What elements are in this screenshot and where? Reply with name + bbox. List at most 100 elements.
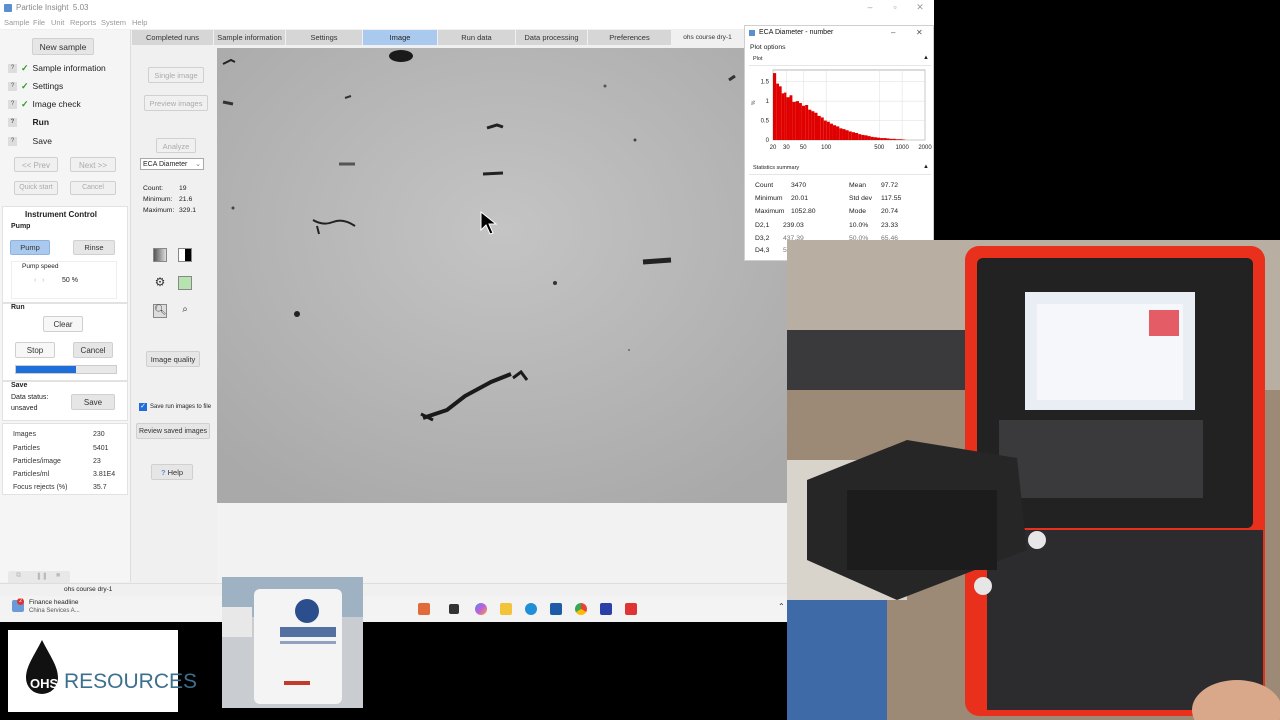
pop-out-icon[interactable]: ⧉: [16, 572, 21, 580]
instrument-photo-image: [787, 240, 1280, 720]
step-run[interactable]: ?✓Run: [8, 117, 49, 131]
taskbar-app-icon[interactable]: [418, 603, 430, 615]
step-sample-information[interactable]: ? ✓ Sample information: [8, 63, 106, 77]
analyze-button[interactable]: Analyze: [156, 138, 196, 153]
histogram-bar: [855, 133, 859, 140]
pump-button[interactable]: Pump: [10, 240, 50, 255]
new-sample-button[interactable]: New sample: [32, 38, 94, 55]
taskbar-copilot-icon[interactable]: [475, 603, 487, 615]
step-image-check[interactable]: ? ✓ Image check: [8, 99, 81, 113]
run-stats-panel: Images 230 Particles 5401 Particles/imag…: [2, 423, 128, 495]
menu-file[interactable]: File: [33, 18, 45, 27]
tab-preferences[interactable]: Preferences: [588, 30, 672, 45]
help-button[interactable]: ? Help: [151, 464, 193, 480]
taskbar-store-icon[interactable]: [550, 603, 562, 615]
particle-image: [217, 48, 789, 503]
histogram-bar: [776, 83, 780, 140]
histogram-bar: [861, 134, 865, 140]
tab-completed-runs[interactable]: Completed runs: [132, 30, 214, 45]
histogram-bar: [792, 101, 796, 140]
contrast-icon[interactable]: [153, 248, 167, 262]
pump-speed-decrease[interactable]: ‹ ›: [34, 277, 45, 284]
stat-particles-image-label: Particles/image: [13, 458, 61, 465]
particle-image-view[interactable]: [217, 48, 789, 503]
step-save[interactable]: ?✓Save: [8, 136, 52, 150]
tab-data-processing[interactable]: Data processing: [516, 30, 588, 45]
stat-particles-ml-value: 3.81E4: [93, 471, 116, 478]
taskbar-edge-icon[interactable]: [525, 603, 537, 615]
help-icon: ?: [160, 468, 166, 477]
save-run-images-checkbox[interactable]: ✓: [139, 403, 147, 411]
histogram-bar: [899, 139, 903, 140]
minimize-icon[interactable]: –: [860, 2, 880, 12]
help-icon[interactable]: ?: [8, 64, 17, 74]
maximize-icon[interactable]: ▫: [885, 2, 905, 12]
rinse-button[interactable]: Rinse: [73, 240, 115, 255]
help-icon[interactable]: ?: [8, 82, 17, 92]
histogram-bar: [873, 137, 877, 140]
news-title[interactable]: Finance headline: [29, 599, 79, 606]
measure-select[interactable]: ECA Diameter ⌄: [140, 158, 204, 170]
stop-button[interactable]: Stop: [15, 342, 55, 358]
menu-help[interactable]: Help: [132, 18, 147, 27]
status-bar: ohs course dry-1: [0, 583, 788, 597]
quick-start-button[interactable]: Quick start: [14, 181, 58, 195]
menu-sample[interactable]: Sample: [4, 18, 29, 27]
menu-system[interactable]: System: [101, 18, 126, 27]
taskbar-particle-insight-icon[interactable]: [600, 603, 612, 615]
close-icon[interactable]: ✕: [916, 28, 923, 37]
invert-icon[interactable]: [178, 248, 192, 262]
stop-icon[interactable]: ■: [56, 572, 60, 579]
minimize-icon[interactable]: –: [891, 28, 895, 37]
histogram-bar: [826, 121, 830, 140]
preview-images-button[interactable]: Preview images: [144, 95, 208, 111]
single-image-button[interactable]: Single image: [148, 67, 204, 83]
tab-image[interactable]: Image: [363, 30, 438, 45]
step-settings[interactable]: ? ✓ Settings: [8, 81, 63, 95]
taskbar-chrome-icon[interactable]: [575, 603, 587, 615]
cancel-button[interactable]: Cancel: [73, 342, 113, 358]
pump-speed-value[interactable]: 50 %: [62, 277, 78, 284]
plot-options-label[interactable]: Plot options: [750, 44, 786, 51]
menu-unit[interactable]: Unit: [51, 18, 64, 27]
close-icon[interactable]: ✕: [910, 2, 930, 13]
title-bar: Particle Insight 5.03 – ▫ ✕: [0, 0, 934, 16]
plot-header[interactable]: Plot ▲: [749, 55, 931, 66]
save-section-title: Save: [11, 382, 28, 389]
ohs-resources-logo: OHS RESOURCES: [8, 630, 197, 712]
tab-run-data[interactable]: Run data: [438, 30, 516, 45]
stats-header[interactable]: Statistics summary ▲: [749, 164, 931, 175]
tool-column: Single image Preview images Analyze ECA …: [134, 48, 216, 582]
save-button[interactable]: Save: [71, 394, 115, 410]
next-button[interactable]: Next >>: [70, 157, 116, 172]
maximum-value: 329.1: [179, 207, 197, 214]
taskbar-folder-icon[interactable]: [500, 603, 512, 615]
tray-chevron-up-icon[interactable]: ⌃: [778, 602, 785, 611]
color-picker-icon[interactable]: [178, 276, 192, 290]
prev-button[interactable]: << Prev: [14, 157, 58, 172]
help-icon[interactable]: ?: [8, 118, 17, 128]
help-icon[interactable]: ?: [8, 100, 17, 110]
stats-title: Statistics summary: [753, 165, 800, 171]
clear-button[interactable]: Clear: [43, 316, 83, 332]
collapse-icon[interactable]: ▲: [923, 164, 929, 170]
zoom-in-icon[interactable]: ⌕: [178, 304, 192, 318]
taskbar-red-app-icon[interactable]: [625, 603, 637, 615]
image-quality-button[interactable]: Image quality: [146, 351, 200, 367]
x-tick-label: 50: [800, 145, 807, 151]
review-saved-images-button[interactable]: Review saved images: [136, 423, 210, 439]
gear-icon[interactable]: ⚙: [153, 276, 167, 290]
cancel-top-button[interactable]: Cancel: [70, 181, 116, 195]
tab-sample-information[interactable]: Sample information: [214, 30, 286, 45]
zoom-out-icon[interactable]: 🔍︎: [153, 304, 167, 318]
help-icon[interactable]: ?: [8, 137, 17, 147]
taskbar-terminal-icon[interactable]: [449, 604, 459, 614]
tab-settings[interactable]: Settings: [286, 30, 363, 45]
histogram-bar: [895, 139, 900, 140]
collapse-icon[interactable]: ▲: [923, 55, 929, 61]
minimum-label: Minimum:: [143, 196, 173, 203]
stat-mean-value: 97.72: [881, 182, 899, 189]
pause-icon[interactable]: ❚❚: [36, 572, 48, 580]
tab-sample-name[interactable]: ohs course dry-1: [672, 30, 744, 45]
menu-reports[interactable]: Reports: [70, 18, 96, 27]
